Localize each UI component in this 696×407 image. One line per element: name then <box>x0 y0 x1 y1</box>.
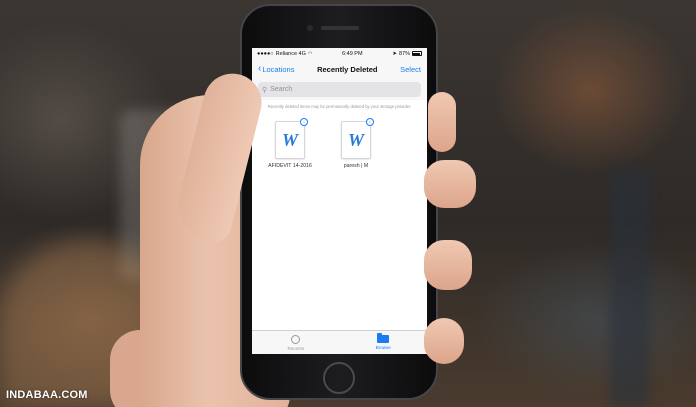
front-camera <box>307 25 313 31</box>
hand-finger <box>424 318 464 364</box>
background-post <box>610 170 650 407</box>
file-item[interactable]: W ↓ paresh | M <box>332 118 380 170</box>
tab-recents[interactable]: Recents <box>252 331 340 354</box>
file-grid: W ↓ AFIDEVIT 14-2016 W ↓ paresh | M <box>252 109 427 169</box>
status-time: 6:49 PM <box>342 50 363 57</box>
status-bar: ●●●●○ Reliance 4G ◠ 6:49 PM ➤ 87% <box>252 48 427 59</box>
carrier-label: Reliance 4G <box>275 50 306 57</box>
page-title: Recently Deleted <box>317 64 378 74</box>
search-area: ⚲ Search <box>252 79 427 100</box>
tab-label: Browse <box>375 345 391 350</box>
cloud-download-icon: ↓ <box>300 118 308 127</box>
word-document-icon: W ↓ <box>341 118 374 160</box>
tab-bar: Recents Browse <box>252 330 427 354</box>
signal-icon: ●●●●○ <box>257 50 274 57</box>
search-input[interactable]: ⚲ Search <box>258 82 421 97</box>
select-button[interactable]: Select <box>400 65 421 74</box>
home-button[interactable] <box>323 362 355 394</box>
search-placeholder: Search <box>270 86 293 93</box>
hand-finger <box>428 92 456 152</box>
tab-browse[interactable]: Browse <box>340 331 428 354</box>
search-icon: ⚲ <box>262 86 268 94</box>
back-button[interactable]: ‹ Locations <box>258 64 294 74</box>
hand-finger <box>424 240 472 290</box>
info-text: Recently deleted items may be permanentl… <box>267 104 412 109</box>
tab-label: Recents <box>287 345 304 351</box>
location-arrow-icon: ➤ <box>392 50 397 57</box>
hand-finger <box>424 160 476 208</box>
file-name: paresh | M <box>343 163 369 170</box>
earpiece-speaker <box>321 26 359 30</box>
wifi-icon: ◠ <box>307 50 313 57</box>
battery-percent: 87% <box>398 50 410 57</box>
phone-screen: ●●●●○ Reliance 4G ◠ 6:49 PM ➤ 87% ‹ Loca… <box>252 48 427 354</box>
back-label: Locations <box>262 64 295 74</box>
folder-icon <box>377 333 390 343</box>
navigation-bar: ‹ Locations Recently Deleted Select <box>252 59 427 79</box>
cloud-download-icon: ↓ <box>366 118 374 127</box>
watermark: INDABAA.COM <box>6 389 88 401</box>
battery-icon <box>411 51 422 56</box>
back-chevron-icon: ‹ <box>258 63 262 74</box>
file-item[interactable]: W ↓ AFIDEVIT 14-2016 <box>266 118 314 170</box>
clock-icon <box>291 334 301 344</box>
file-name: AFIDEVIT 14-2016 <box>268 163 312 170</box>
iphone: ●●●●○ Reliance 4G ◠ 6:49 PM ➤ 87% ‹ Loca… <box>240 4 438 400</box>
word-document-icon: W ↓ <box>275 118 308 160</box>
